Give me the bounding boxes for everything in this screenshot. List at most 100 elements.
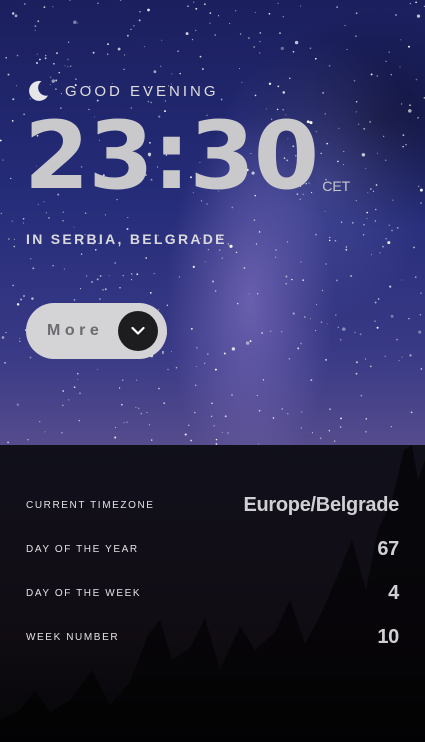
detail-value: 67: [377, 538, 399, 560]
star: [119, 387, 121, 389]
star: [77, 378, 79, 380]
star: [190, 327, 193, 330]
star: [280, 46, 284, 51]
star: [374, 320, 376, 322]
star: [121, 379, 124, 382]
star: [107, 43, 109, 45]
star: [16, 85, 18, 87]
star: [329, 236, 331, 239]
star: [257, 293, 259, 295]
more-button-circle[interactable]: [118, 311, 158, 351]
star: [212, 280, 214, 283]
timezone-abbreviation: CET: [322, 178, 351, 194]
star: [254, 11, 256, 13]
star: [377, 298, 380, 300]
star: [369, 121, 371, 123]
detail-label: CURRENT TIMEZONE: [26, 500, 155, 511]
star: [282, 16, 284, 18]
star: [309, 47, 312, 50]
star: [281, 331, 283, 333]
star: [95, 249, 97, 251]
star: [85, 212, 87, 214]
forest-silhouette: [0, 445, 425, 742]
star: [258, 52, 261, 54]
star: [136, 273, 139, 276]
star: [48, 217, 50, 219]
star: [203, 3, 206, 6]
star: [23, 295, 25, 297]
more-button[interactable]: More: [26, 303, 167, 359]
star: [370, 254, 373, 256]
star: [2, 159, 4, 161]
star: [195, 365, 197, 368]
star: [194, 384, 197, 386]
star: [370, 73, 373, 76]
star: [153, 70, 157, 74]
star: [286, 412, 289, 415]
star: [210, 415, 213, 418]
star: [114, 262, 116, 264]
star: [67, 399, 70, 401]
star: [122, 274, 124, 277]
star: [80, 253, 83, 255]
star: [211, 402, 213, 405]
star: [292, 312, 295, 315]
star: [392, 199, 394, 201]
star: [384, 355, 386, 358]
star: [130, 28, 132, 31]
star: [420, 292, 422, 295]
chevron-down-icon: [131, 326, 145, 335]
star: [79, 392, 81, 394]
star: [328, 64, 331, 67]
star: [136, 379, 138, 381]
star: [12, 12, 15, 15]
star: [361, 153, 366, 157]
star: [355, 372, 358, 375]
star: [291, 278, 293, 281]
star: [279, 32, 281, 34]
star: [45, 212, 47, 214]
star: [34, 29, 36, 32]
star: [123, 54, 126, 56]
star: [326, 323, 328, 325]
star: [325, 263, 327, 265]
star: [67, 58, 69, 61]
star: [166, 304, 168, 306]
star: [236, 302, 239, 305]
star: [277, 85, 280, 88]
star: [209, 12, 212, 14]
star: [193, 411, 196, 414]
star: [137, 407, 140, 410]
star: [249, 340, 252, 343]
star: [39, 58, 41, 61]
detail-value: 4: [388, 582, 399, 604]
star: [315, 304, 318, 306]
star: [258, 231, 261, 233]
star: [355, 199, 357, 202]
star: [221, 257, 223, 259]
star: [300, 261, 302, 263]
star: [167, 368, 169, 371]
star: [194, 29, 197, 32]
star: [238, 68, 241, 70]
star: [315, 233, 317, 236]
star: [300, 342, 302, 345]
star: [79, 288, 82, 290]
star: [385, 238, 387, 240]
star: [366, 211, 368, 214]
star: [408, 45, 410, 48]
star: [209, 22, 211, 24]
star: [195, 7, 198, 10]
star: [322, 92, 324, 94]
star: [355, 12, 358, 14]
star: [220, 98, 223, 101]
star: [201, 68, 204, 70]
star: [163, 402, 166, 405]
star: [224, 415, 227, 418]
star: [335, 314, 337, 316]
star: [277, 2, 279, 4]
star: [16, 303, 20, 306]
star: [145, 257, 148, 259]
star: [398, 359, 400, 362]
star: [127, 34, 129, 37]
